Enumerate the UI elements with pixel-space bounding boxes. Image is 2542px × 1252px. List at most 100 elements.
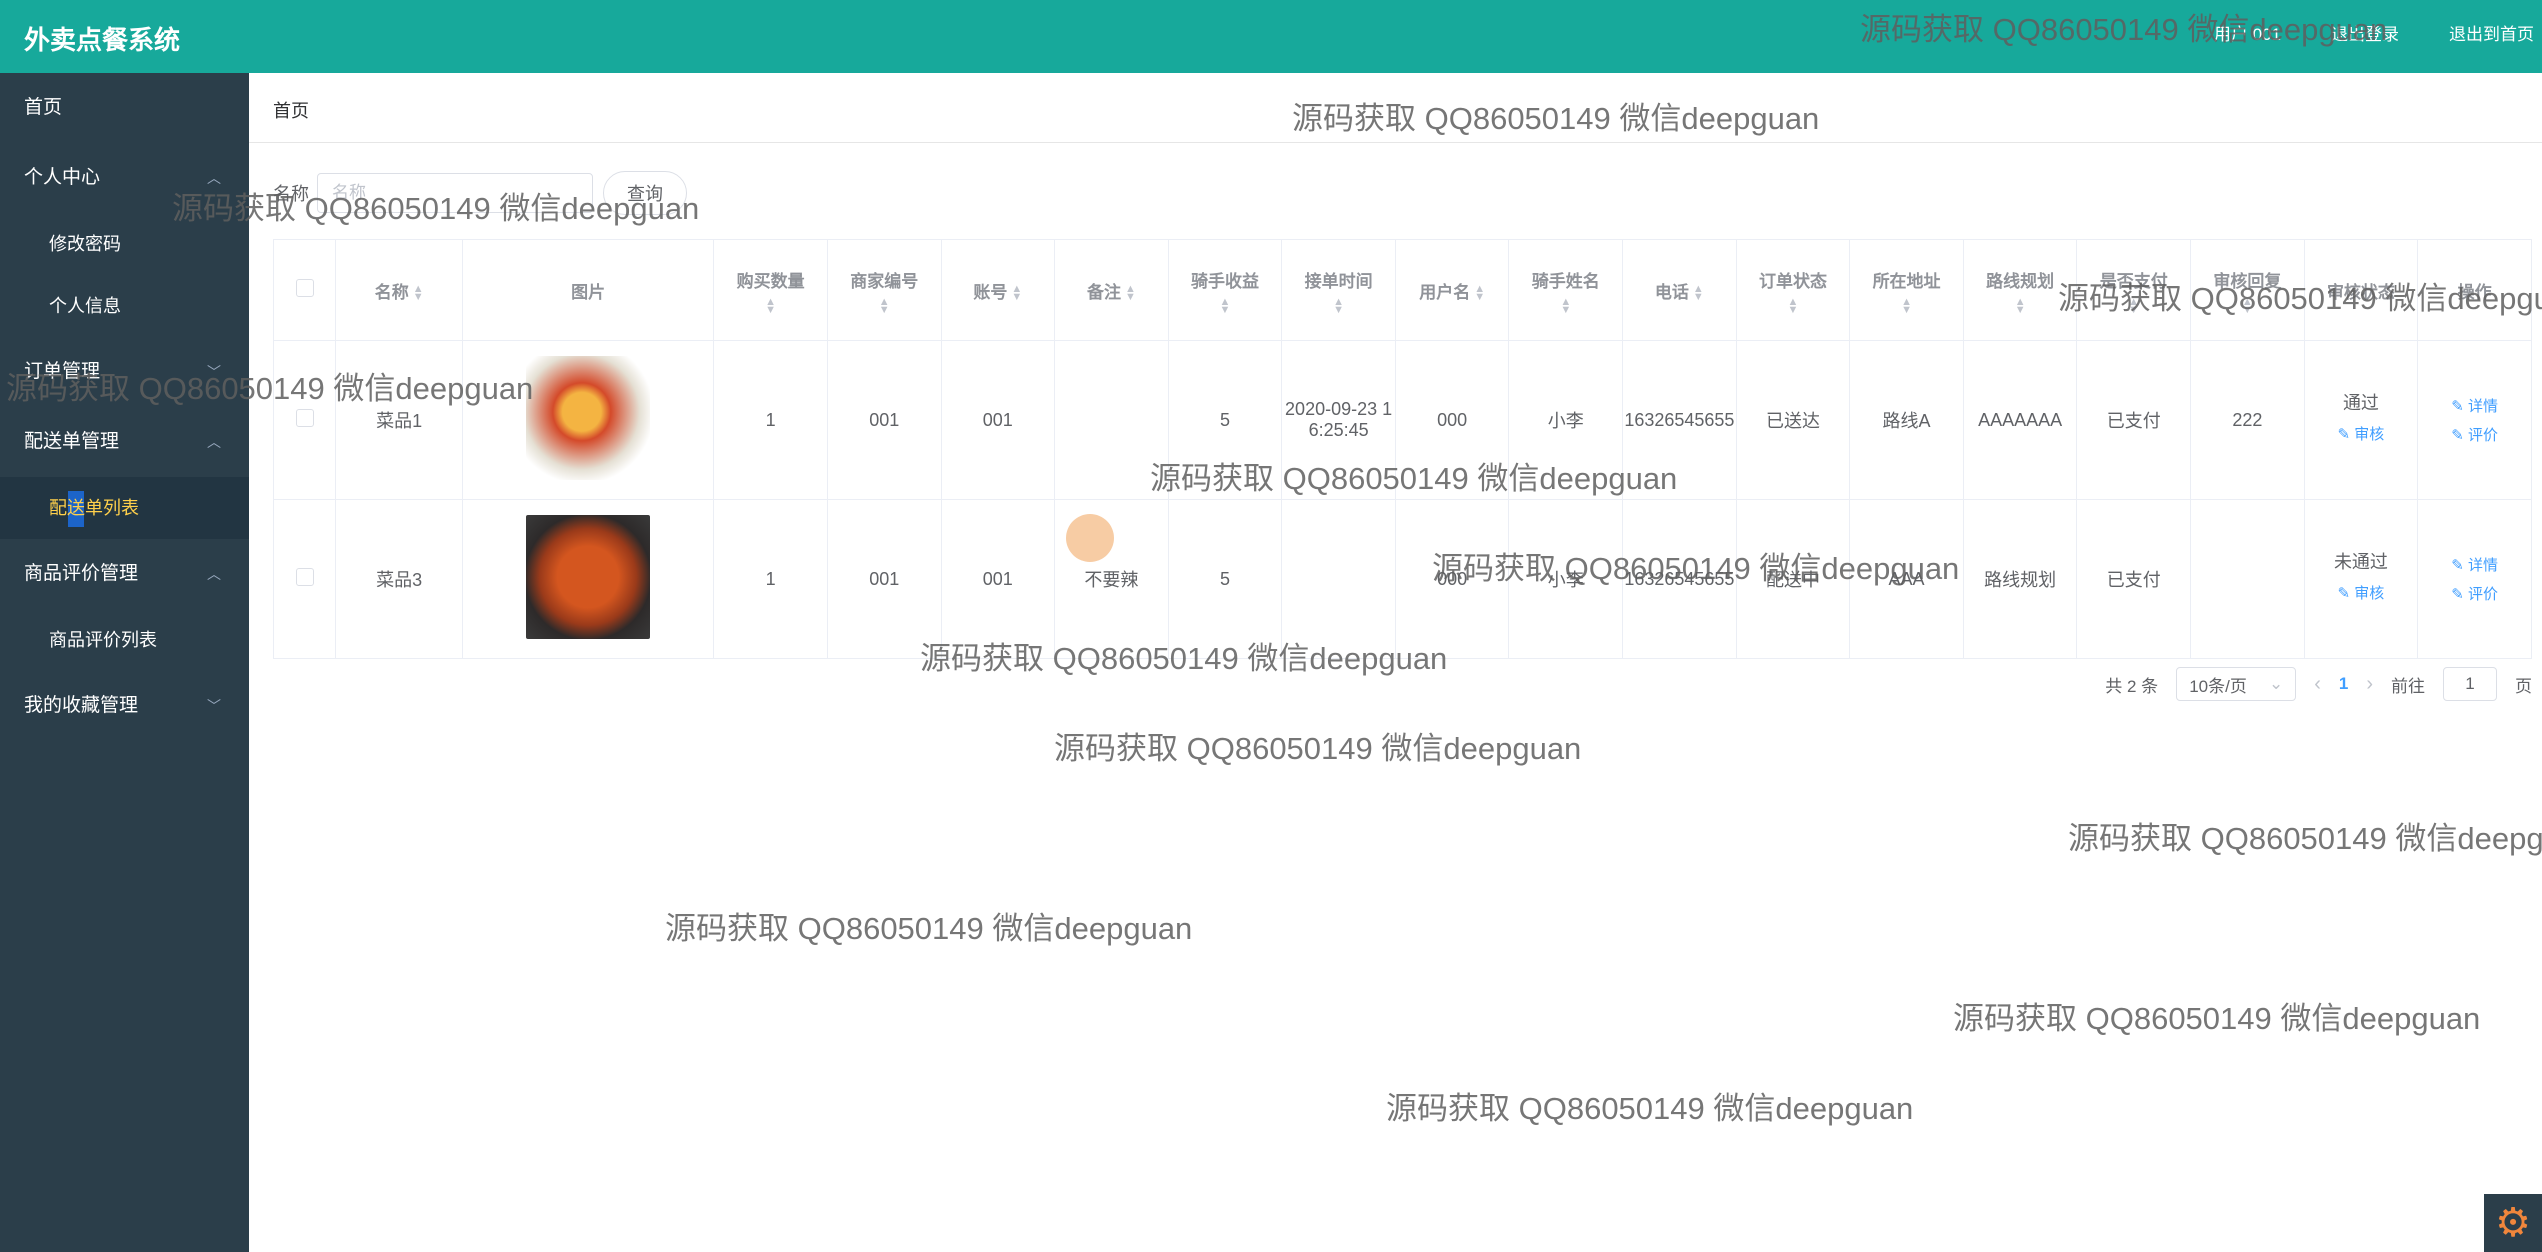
chevron-down-icon: ⌄ <box>2268 674 2284 693</box>
search-input[interactable] <box>317 173 593 213</box>
cell-address: 路线A <box>1849 340 1964 500</box>
cell-image <box>461 340 715 500</box>
cell-paid: 已支付 <box>2076 499 2192 659</box>
column-header: 图片 <box>461 239 715 341</box>
sort-icon[interactable]: ▲ ▼ <box>1851 296 1962 315</box>
query-button[interactable]: 查询 <box>603 171 687 215</box>
detail-link[interactable]: ✎ 详情 <box>2419 395 2530 416</box>
sidebar-item-label: 商品评价管理 <box>24 563 139 584</box>
column-header[interactable]: 备注 ▲ ▼ <box>1054 239 1169 341</box>
sort-icon[interactable]: ▲ ▼ <box>1170 296 1281 315</box>
cell-phone: 16326545655 <box>1622 499 1737 659</box>
column-header[interactable]: 审核回复 ▲ ▼ <box>2190 239 2305 341</box>
cell-review-reply: 222 <box>2190 340 2305 500</box>
next-page-icon[interactable]: › <box>2366 673 2373 696</box>
column-header[interactable]: 骑手收益 ▲ ▼ <box>1167 239 1283 341</box>
cell-rider-income: 5 <box>1167 340 1283 500</box>
logout-link[interactable]: 退出登录 <box>2331 20 2399 45</box>
rate-link[interactable]: ✎ 评价 <box>2419 424 2530 445</box>
sort-icon[interactable]: ▲ ▼ <box>2192 296 2303 315</box>
column-header[interactable]: 订单状态 ▲ ▼ <box>1735 239 1851 341</box>
edit-icon: ✎ <box>2451 557 2468 574</box>
select-all-checkbox[interactable] <box>295 278 314 297</box>
sort-icon[interactable]: ▲ ▼ <box>1965 296 2076 315</box>
audit-link[interactable]: ✎ 审核 <box>2306 582 2417 603</box>
sort-icon[interactable]: ▲ ▼ <box>1738 296 1849 315</box>
review-status-text: 通过 <box>2342 392 2379 413</box>
sort-icon[interactable]: ▲ ▼ <box>413 284 424 303</box>
column-header[interactable]: 骑手姓名 ▲ ▼ <box>1508 239 1624 341</box>
column-header: 操作 <box>2417 239 2532 341</box>
sidebar-item-review-list[interactable]: 商品评价列表 <box>0 609 249 671</box>
column-header[interactable]: 电话 ▲ ▼ <box>1622 239 1737 341</box>
cursor-highlight <box>1066 514 1114 562</box>
prev-page-icon[interactable]: ‹ <box>2314 673 2321 696</box>
column-header[interactable]: 接单时间 ▲ ▼ <box>1281 239 1396 341</box>
sidebar-item-personal-center[interactable]: 个人中心 ︿ <box>0 143 249 213</box>
table-row: 菜品3 1 001 001 不要辣 5 000 小李 16326545655 配… <box>272 499 2532 659</box>
sidebar-item-delivery-list[interactable]: 配送单列表 <box>0 477 249 539</box>
sidebar-item-delivery-management[interactable]: 配送单管理 ︿ <box>0 407 249 477</box>
sort-icon[interactable]: ▲ ▼ <box>1125 284 1136 303</box>
sidebar-item-home[interactable]: 首页 <box>0 73 249 143</box>
cell-account: 001 <box>940 340 1056 500</box>
goto-page-input[interactable] <box>2443 667 2497 701</box>
row-checkbox[interactable] <box>295 567 314 586</box>
column-header[interactable]: 商家编号 ▲ ▼ <box>826 239 942 341</box>
sort-icon[interactable]: ▲ ▼ <box>1474 284 1485 303</box>
settings-button[interactable]: ⚙ <box>2484 1194 2542 1252</box>
chevron-up-icon: ︿ <box>207 434 221 450</box>
current-page[interactable]: 1 <box>2339 674 2348 694</box>
sidebar-item-personal-info[interactable]: 个人信息 <box>0 275 249 337</box>
review-status-text: 未通过 <box>2333 551 2388 572</box>
detail-link[interactable]: ✎ 详情 <box>2419 554 2530 575</box>
rate-link[interactable]: ✎ 评价 <box>2419 583 2530 604</box>
column-header[interactable]: 是否支付 ▲ ▼ <box>2076 239 2192 341</box>
sort-icon[interactable]: ▲ ▼ <box>2078 296 2189 315</box>
cell-accept-time <box>1281 499 1396 659</box>
column-header[interactable]: 用户名 ▲ ▼ <box>1394 239 1510 341</box>
sort-icon[interactable]: ▲ ▼ <box>1693 284 1704 303</box>
sidebar-menu: 首页 个人中心 ︿ 修改密码 个人信息 订单管理 ﹀ 配送单管理 ︿ 配送单列表 商品… <box>0 73 249 1252</box>
breadcrumb-home[interactable]: 首页 <box>273 101 309 121</box>
sidebar-item-favorites-management[interactable]: 我的收藏管理 ﹀ <box>0 671 249 741</box>
column-header[interactable]: 路线规划 ▲ ▼ <box>1962 239 2078 341</box>
cell-quantity: 1 <box>713 340 828 500</box>
app-title: 外卖点餐系统 <box>24 25 181 55</box>
edit-icon: ✎ <box>2451 586 2468 603</box>
column-header[interactable]: 账号 ▲ ▼ <box>940 239 1056 341</box>
sort-icon[interactable]: ▲ ▼ <box>715 296 826 315</box>
column-header[interactable]: 购买数量 ▲ ▼ <box>713 239 828 341</box>
exit-to-home-link[interactable]: 退出到首页 <box>2449 20 2534 45</box>
chevron-up-icon: ︿ <box>207 566 221 582</box>
column-header[interactable]: 名称 ▲ ▼ <box>335 239 463 341</box>
sidebar-item-review-management[interactable]: 商品评价管理 ︿ <box>0 539 249 609</box>
audit-link[interactable]: ✎ 审核 <box>2306 423 2417 444</box>
total-count: 共 2 条 <box>2105 676 2159 696</box>
cell-paid: 已支付 <box>2076 340 2192 500</box>
sidebar-item-label: 商品评价列表 <box>49 630 157 650</box>
current-user-label: 用户 001 <box>2213 25 2281 44</box>
sidebar-item-label: 订单管理 <box>24 361 101 382</box>
row-checkbox[interactable] <box>295 408 314 427</box>
goto-suffix: 页 <box>2515 676 2532 696</box>
pagination: 共 2 条 10条/页 ⌄ ‹ 1 › 前往 页 <box>2105 666 2532 702</box>
sort-icon[interactable]: ▲ ▼ <box>829 296 940 315</box>
edit-icon: ✎ <box>2337 425 2355 443</box>
cell-accept-time: 2020-09-23 16:25:45 <box>1281 340 1396 500</box>
search-form: 名称 查询 <box>273 171 687 215</box>
sort-icon[interactable]: ▲ ▼ <box>1510 296 1621 315</box>
column-header[interactable]: 所在地址 ▲ ▼ <box>1849 239 1964 341</box>
cell-address: AAA <box>1849 499 1964 659</box>
sort-icon[interactable]: ▲ ▼ <box>1283 296 1394 315</box>
sidebar-item-order-management[interactable]: 订单管理 ﹀ <box>0 337 249 407</box>
page-size-select[interactable]: 10条/页 ⌄ <box>2176 667 2297 701</box>
sort-icon[interactable]: ▲ ▼ <box>1011 284 1022 303</box>
sidebar-item-change-password[interactable]: 修改密码 <box>0 213 249 275</box>
sidebar-item-label: 修改密码 <box>49 234 121 254</box>
chevron-down-icon: ﹀ <box>207 364 221 380</box>
cell-review-status: 未通过 ✎ 审核 <box>2303 499 2419 659</box>
dish-image[interactable] <box>526 355 651 480</box>
dish-image[interactable] <box>526 514 651 639</box>
cell-account: 001 <box>940 499 1056 659</box>
